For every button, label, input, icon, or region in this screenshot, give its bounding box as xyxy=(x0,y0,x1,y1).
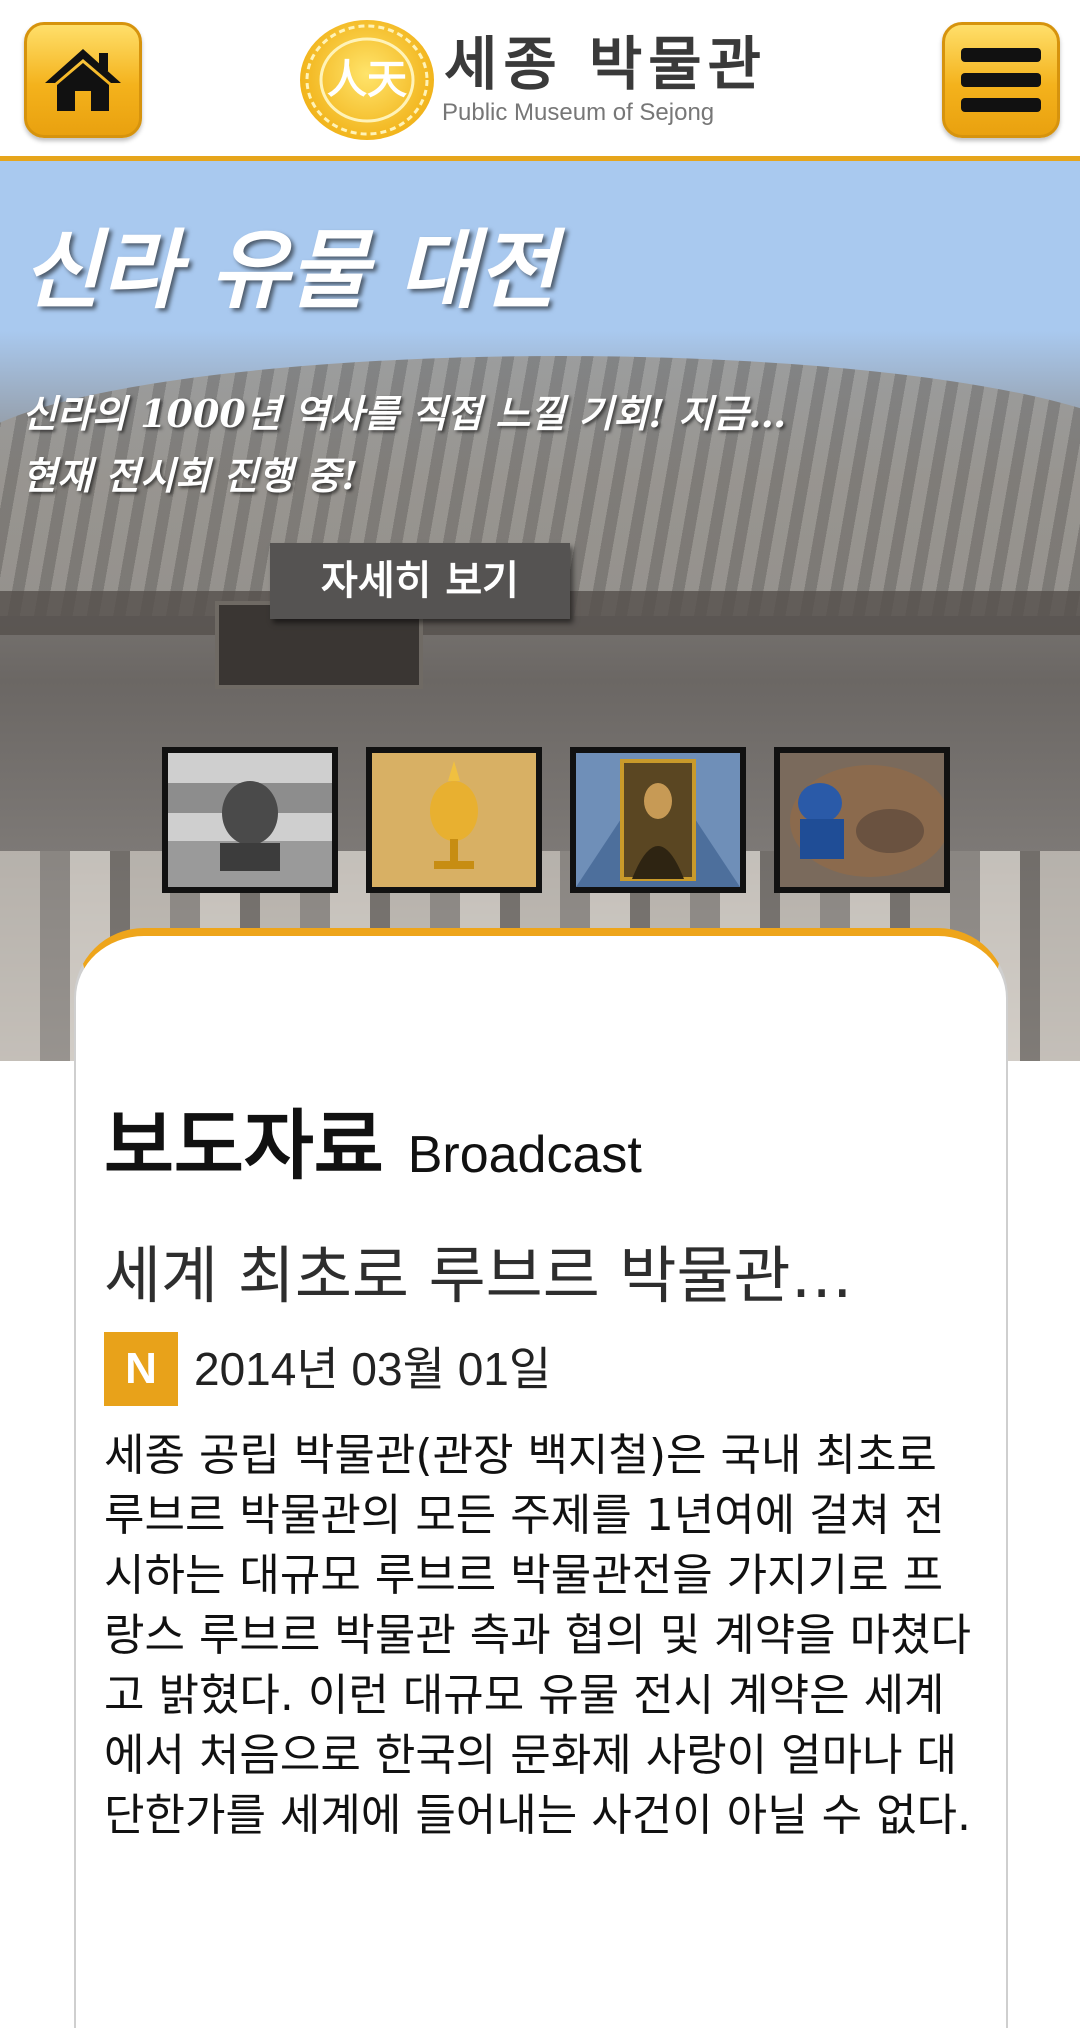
hero-subtitle-line-2: 현재 전시회 진행 중! xyxy=(22,453,359,498)
thumbnail-lion-statue[interactable] xyxy=(162,747,338,893)
logo-title-en: Public Museum of Sejong xyxy=(442,99,715,126)
hamburger-menu-icon xyxy=(961,48,1041,112)
golden-crown-artifact-image xyxy=(372,753,536,887)
hero-subtitle: 신라의 1000년 역사를 직접 느낄 기회! 지금… 현재 전시회 진행 중! xyxy=(22,383,1052,507)
seal-text: 人天 xyxy=(327,57,407,103)
home-button[interactable] xyxy=(24,22,142,138)
museum-seal-icon: 人天 xyxy=(300,20,434,140)
home-icon xyxy=(45,49,121,111)
new-badge: N xyxy=(104,1332,178,1406)
thumbnail-excavation[interactable] xyxy=(774,747,950,893)
thumbnail-golden-artifact[interactable] xyxy=(366,747,542,893)
press-release-card: 보도자료 Broadcast 세계 최초로 루브르 박물관… N 2014년 03… xyxy=(74,928,1008,2028)
mona-lisa-painting-image xyxy=(576,753,740,887)
section-header: 보도자료 Broadcast xyxy=(104,1084,642,1194)
excavation-worker-image xyxy=(780,753,944,887)
app-header: 人天 세종 박물관 Public Museum of Sejong xyxy=(0,0,1080,161)
stone-lion-statue-image xyxy=(168,753,332,887)
section-title-ko: 보도자료 xyxy=(104,1101,384,1190)
news-body: 세종 공립 박물관(관장 백지철)은 국내 최초로 루브르 박물관의 모든 주제… xyxy=(104,1430,972,1841)
news-date: 2014년 03월 01일 xyxy=(194,1343,552,1395)
menu-button[interactable] xyxy=(942,22,1060,138)
hero-banner: 신라 유물 대전 신라의 1000년 역사를 직접 느낄 기회! 지금… 현재 … xyxy=(0,161,1080,1061)
museum-logo[interactable]: 人天 세종 박물관 Public Museum of Sejong xyxy=(300,18,780,142)
hero-subtitle-line-1: 신라의 1000년 역사를 직접 느낄 기회! 지금… xyxy=(22,391,787,436)
thumbnail-mona-lisa[interactable] xyxy=(570,747,746,893)
section-title-en: Broadcast xyxy=(407,1126,642,1184)
thumbnail-strip xyxy=(162,747,962,897)
hero-title: 신라 유물 대전 xyxy=(22,220,557,321)
view-details-button[interactable]: 자세히 보기 xyxy=(270,543,570,619)
news-headline[interactable]: 세계 최초로 루브르 박물관… xyxy=(104,1236,984,1316)
logo-title-ko: 세종 박물관 xyxy=(444,30,767,98)
